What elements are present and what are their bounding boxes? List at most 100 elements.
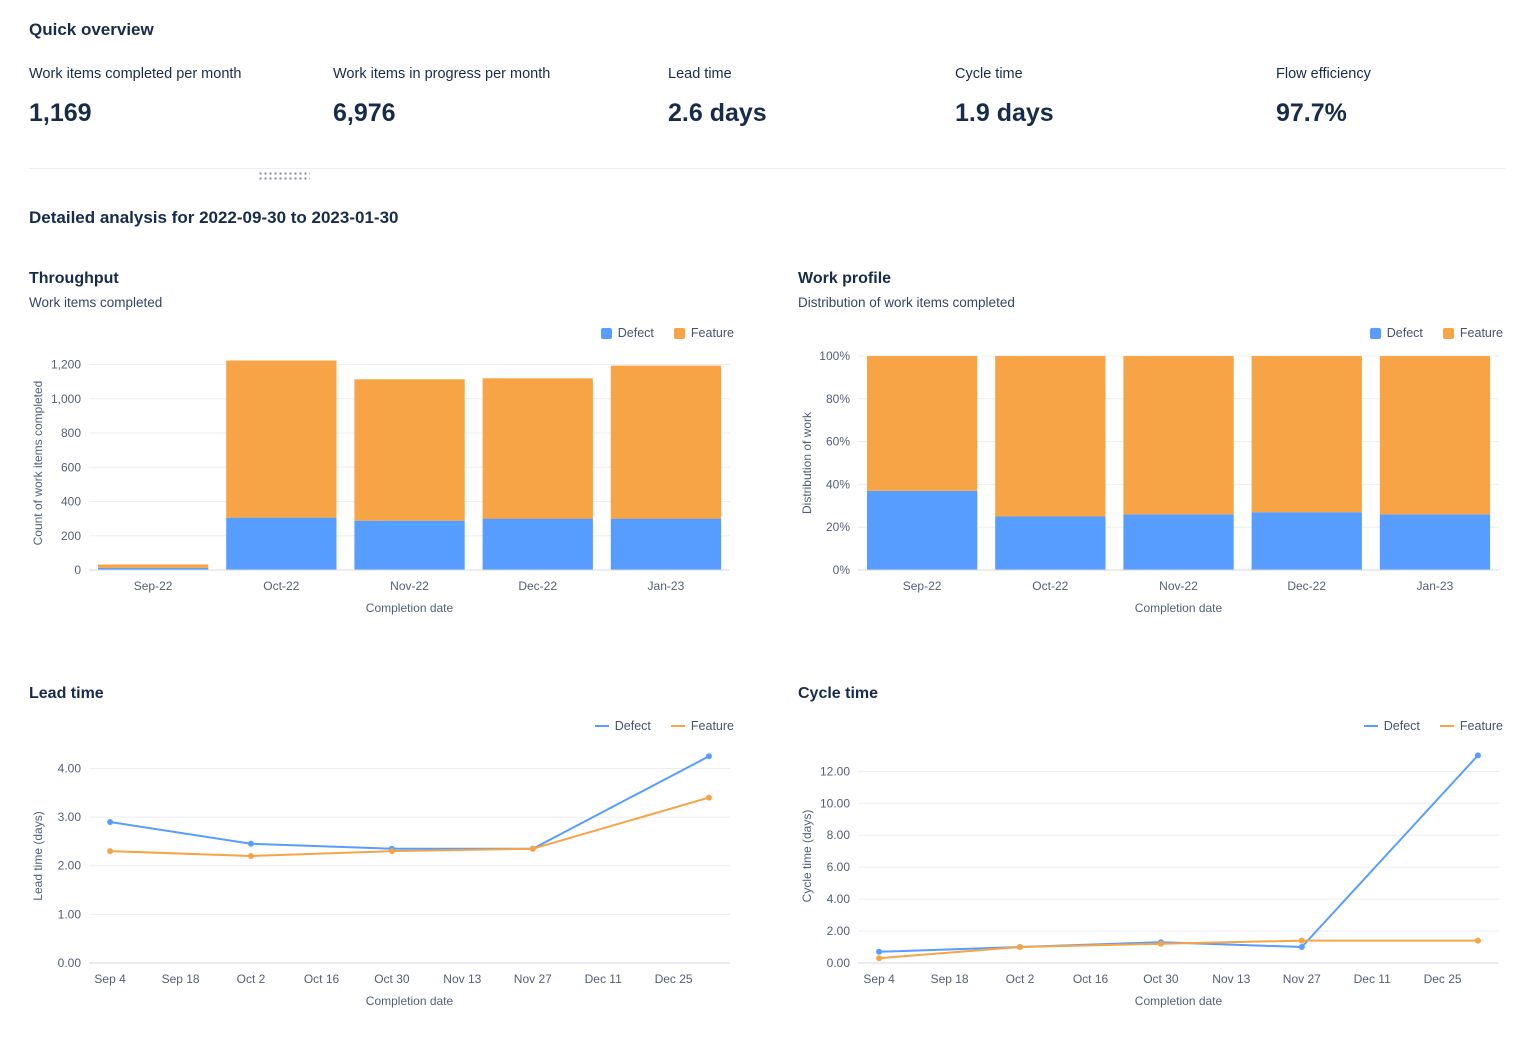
y-axis-title: Cycle time (days) xyxy=(800,810,814,903)
legend-label: Defect xyxy=(615,719,651,733)
bar-segment-feature[interactable] xyxy=(611,366,721,519)
legend-item-feature[interactable]: Feature xyxy=(674,326,734,340)
data-point-feature[interactable] xyxy=(1017,944,1023,950)
y-tick-label: 600 xyxy=(61,460,81,474)
chart-legend: Defect Feature xyxy=(29,324,734,342)
bar-segment-defect[interactable] xyxy=(354,521,464,570)
bar-segment-defect[interactable] xyxy=(1380,514,1490,570)
legend-swatch-icon xyxy=(671,725,685,728)
data-point-defect[interactable] xyxy=(706,753,712,759)
data-point-feature[interactable] xyxy=(876,955,882,961)
data-point-feature[interactable] xyxy=(389,848,395,854)
bar-segment-feature[interactable] xyxy=(354,379,464,520)
x-tick-label: Dec 25 xyxy=(655,972,693,986)
data-point-feature[interactable] xyxy=(530,846,536,852)
kpi-label: Flow efficiency xyxy=(1276,66,1505,82)
data-point-feature[interactable] xyxy=(107,848,113,854)
x-tick-label: Jan-23 xyxy=(1417,579,1454,593)
data-point-defect[interactable] xyxy=(1475,752,1481,758)
throughput-plot[interactable]: 02004006008001,0001,200Sep-22Oct-22Nov-2… xyxy=(29,346,734,618)
bar-segment-defect[interactable] xyxy=(1123,514,1233,570)
legend-label: Feature xyxy=(691,719,734,733)
legend-item-feature[interactable]: Feature xyxy=(671,719,734,733)
lead-time-chart[interactable]: 0.001.002.003.004.00Sep 4Sep 18Oct 2Oct … xyxy=(29,739,734,1016)
series-line-defect[interactable] xyxy=(879,755,1478,951)
series-line-defect[interactable] xyxy=(110,756,709,848)
bar-segment-feature[interactable] xyxy=(1380,356,1490,514)
legend-item-defect[interactable]: Defect xyxy=(1370,326,1423,340)
y-tick-label: 0.00 xyxy=(58,956,82,970)
bar-segment-defect[interactable] xyxy=(995,517,1105,571)
chart-legend: Defect Feature xyxy=(798,324,1503,342)
quick-overview-title: Quick overview xyxy=(29,20,1505,40)
legend-item-defect[interactable]: Defect xyxy=(595,719,651,733)
data-point-feature[interactable] xyxy=(248,853,254,859)
y-tick-label: 4.00 xyxy=(827,892,851,906)
x-tick-label: Nov-22 xyxy=(1159,579,1198,593)
chart-title: Cycle time xyxy=(798,685,1503,703)
chart-legend: Defect Feature xyxy=(29,717,734,735)
x-tick-label: Oct-22 xyxy=(263,579,299,593)
y-tick-label: 80% xyxy=(826,392,850,406)
legend-swatch-icon xyxy=(1440,725,1454,728)
x-tick-label: Dec 11 xyxy=(1354,972,1391,986)
bar-segment-feature[interactable] xyxy=(483,378,593,518)
series-line-feature[interactable] xyxy=(110,798,709,856)
x-tick-label: Oct-22 xyxy=(1032,579,1068,593)
kpi-label: Work items completed per month xyxy=(29,66,333,82)
bar-segment-defect[interactable] xyxy=(867,491,977,570)
bar-segment-defect[interactable] xyxy=(483,519,593,570)
legend-item-feature[interactable]: Feature xyxy=(1443,326,1503,340)
bar-segment-feature[interactable] xyxy=(1123,356,1233,514)
data-point-defect[interactable] xyxy=(248,841,254,847)
lead-time-plot[interactable]: 0.001.002.003.004.00Sep 4Sep 18Oct 2Oct … xyxy=(29,739,734,1011)
kpi-row: Work items completed per month 1,169 Wor… xyxy=(29,66,1505,128)
x-tick-label: Oct 2 xyxy=(1006,972,1035,986)
cycle-time-chart[interactable]: 0.002.004.006.008.0010.0012.00Sep 4Sep 1… xyxy=(798,739,1503,1016)
bar-segment-defect[interactable] xyxy=(226,518,336,570)
data-point-feature[interactable] xyxy=(1158,941,1164,947)
y-tick-label: 1,000 xyxy=(51,392,81,406)
y-axis-title: Lead time (days) xyxy=(31,811,45,900)
chart-subtitle: Work items completed xyxy=(29,295,734,310)
legend-swatch-icon xyxy=(674,328,685,339)
legend-item-defect[interactable]: Defect xyxy=(601,326,654,340)
data-point-defect[interactable] xyxy=(107,819,113,825)
bar-segment-feature[interactable] xyxy=(867,356,977,491)
x-axis-title: Completion date xyxy=(1135,601,1223,615)
y-tick-label: 8.00 xyxy=(827,828,851,842)
x-tick-label: Sep-22 xyxy=(134,579,173,593)
y-tick-label: 800 xyxy=(61,426,81,440)
bar-segment-defect[interactable] xyxy=(1252,512,1362,570)
x-tick-label: Dec 25 xyxy=(1424,972,1462,986)
bar-segment-feature[interactable] xyxy=(226,361,336,518)
work-profile-chart[interactable]: 0%20%40%60%80%100%Sep-22Oct-22Nov-22Dec-… xyxy=(798,346,1503,623)
kpi-work-items-completed: Work items completed per month 1,169 xyxy=(29,66,333,128)
data-point-feature[interactable] xyxy=(1475,938,1481,944)
cycle-time-plot[interactable]: 0.002.004.006.008.0010.0012.00Sep 4Sep 1… xyxy=(798,739,1503,1011)
bar-segment-feature[interactable] xyxy=(1252,356,1362,512)
kpi-label: Cycle time xyxy=(955,66,1276,82)
y-tick-label: 60% xyxy=(826,435,850,449)
bar-segment-defect[interactable] xyxy=(611,519,721,570)
x-tick-label: Nov-22 xyxy=(390,579,429,593)
x-axis-title: Completion date xyxy=(1135,994,1223,1008)
data-point-feature[interactable] xyxy=(706,795,712,801)
x-tick-label: Nov 27 xyxy=(1283,972,1321,986)
kpi-value: 2.6 days xyxy=(668,99,955,128)
chart-subtitle: Distribution of work items completed xyxy=(798,295,1503,310)
y-tick-label: 2.00 xyxy=(827,924,851,938)
legend-item-defect[interactable]: Defect xyxy=(1364,719,1420,733)
throughput-chart[interactable]: 02004006008001,0001,200Sep-22Oct-22Nov-2… xyxy=(29,346,734,623)
data-point-feature[interactable] xyxy=(1299,938,1305,944)
detailed-analysis-title: Detailed analysis for 2022-09-30 to 2023… xyxy=(29,208,1505,228)
bar-segment-feature[interactable] xyxy=(995,356,1105,517)
y-tick-label: 0% xyxy=(833,563,851,577)
legend-item-feature[interactable]: Feature xyxy=(1440,719,1503,733)
work-profile-plot[interactable]: 0%20%40%60%80%100%Sep-22Oct-22Nov-22Dec-… xyxy=(798,346,1503,618)
resize-grip-icon[interactable] xyxy=(258,171,310,181)
bar-segment-feature[interactable] xyxy=(98,565,208,568)
data-point-defect[interactable] xyxy=(1299,944,1305,950)
kpi-flow-efficiency: Flow efficiency 97.7% xyxy=(1276,66,1505,128)
data-point-defect[interactable] xyxy=(876,949,882,955)
